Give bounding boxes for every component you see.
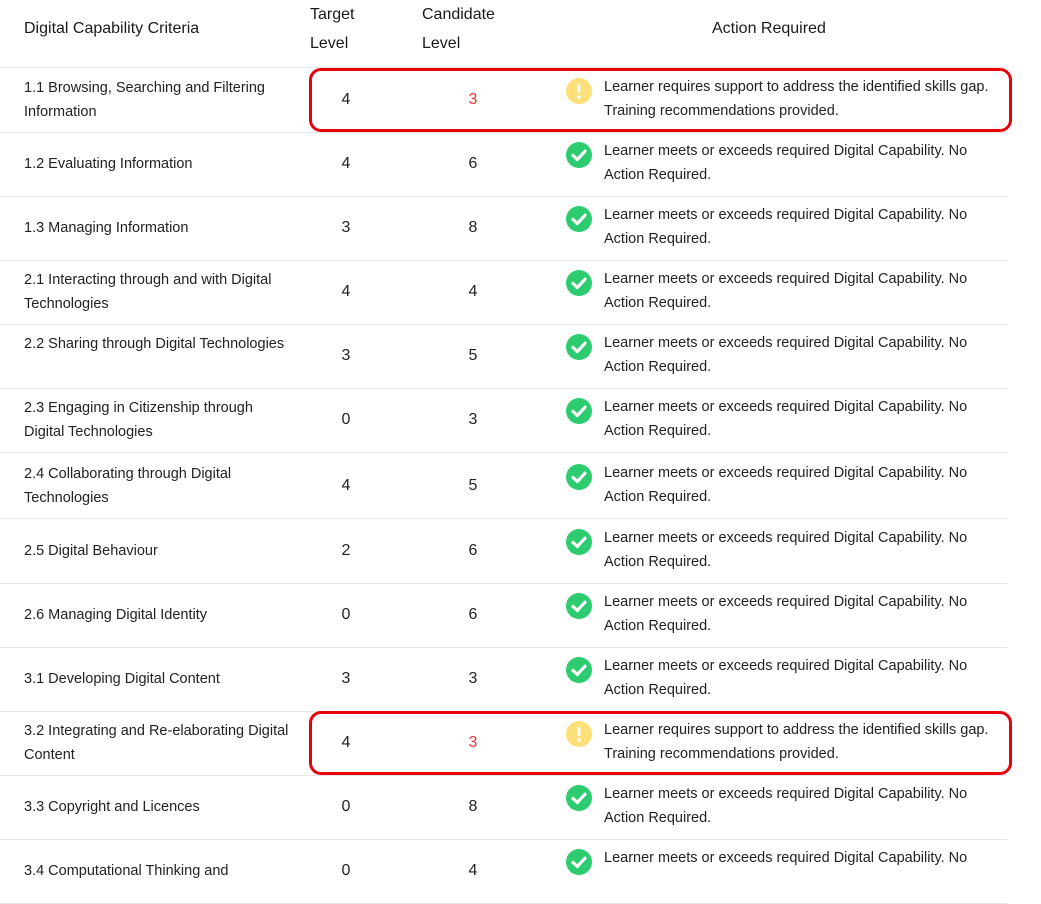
criteria-label: 2.5 Digital Behaviour xyxy=(24,543,158,559)
action-required-text: Learner meets or exceeds required Digita… xyxy=(604,335,968,375)
table-row: 1.1 Browsing, Searching and Filtering In… xyxy=(0,68,1007,133)
check-circle-icon xyxy=(566,464,592,490)
candidate-level-value: 8 xyxy=(468,219,478,236)
candidate-level-value: 5 xyxy=(468,477,478,494)
action-required-text: Learner meets or exceeds required Digita… xyxy=(604,850,968,866)
check-circle-icon xyxy=(566,334,592,360)
action-required-text: Learner meets or exceeds required Digita… xyxy=(604,271,968,311)
column-header-candidate-level: Candidate Level xyxy=(422,0,512,58)
table-row: 2.3 Engaging in Citizenship through Digi… xyxy=(0,388,1007,453)
target-level-value: 3 xyxy=(341,347,351,364)
column-header-candidate-line1: Candidate xyxy=(422,6,495,23)
check-circle-icon xyxy=(566,142,592,168)
candidate-level-value: 3 xyxy=(468,734,478,751)
table-row: 2.4 Collaborating through Digital Techno… xyxy=(0,454,1007,519)
target-level-value: 0 xyxy=(341,798,351,815)
table-row: 1.2 Evaluating Information 4 6 Learner meet… xyxy=(0,132,1007,197)
table-row: 2.1 Interacting through and with Digital… xyxy=(0,260,1007,325)
criteria-label: 2.3 Engaging in Citizenship through Digi… xyxy=(24,400,253,440)
action-required-text: Learner meets or exceeds required Digita… xyxy=(604,594,968,634)
table-row: 3.4 Computational Thinking and 0 4 Learner … xyxy=(0,839,1007,904)
criteria-label: 2.1 Interacting through and with Digital… xyxy=(24,272,272,312)
check-circle-icon xyxy=(566,657,592,683)
criteria-label: 1.1 Browsing, Searching and Filtering In… xyxy=(24,80,265,120)
table-header: Digital Capability Criteria Target Level… xyxy=(0,0,1041,68)
column-header-criteria: Digital Capability Criteria xyxy=(24,20,200,37)
action-required-text: Learner meets or exceeds required Digita… xyxy=(604,658,968,698)
target-level-value: 0 xyxy=(341,411,351,428)
candidate-level-value: 3 xyxy=(468,411,478,428)
candidate-level-value: 6 xyxy=(468,606,478,623)
target-level-value: 4 xyxy=(341,155,351,172)
action-required-text: Learner meets or exceeds required Digita… xyxy=(604,530,968,570)
target-level-value: 0 xyxy=(341,606,351,623)
target-level-value: 3 xyxy=(341,670,351,687)
check-circle-icon xyxy=(566,593,592,619)
target-level-value: 4 xyxy=(341,283,351,300)
criteria-label: 2.6 Managing Digital Identity xyxy=(24,607,207,623)
column-header-action-required: Action Required xyxy=(712,20,826,37)
criteria-label: 3.1 Developing Digital Content xyxy=(24,671,220,687)
table-row: 2.2 Sharing through Digital Technologies… xyxy=(0,324,1007,389)
action-required-text: Learner meets or exceeds required Digita… xyxy=(604,143,968,183)
action-required-text: Learner meets or exceeds required Digita… xyxy=(604,207,968,247)
warning-icon xyxy=(566,78,592,104)
check-circle-icon xyxy=(566,529,592,555)
action-required-text: Learner meets or exceeds required Digita… xyxy=(604,399,968,439)
criteria-label: 1.3 Managing Information xyxy=(24,220,189,236)
check-circle-icon xyxy=(566,849,592,875)
table-row: 3.1 Developing Digital Content 3 3 Learner … xyxy=(0,647,1007,712)
criteria-label: 3.4 Computational Thinking and xyxy=(24,863,229,879)
column-header-target-line2: Level xyxy=(310,35,349,52)
target-level-value: 3 xyxy=(341,219,351,236)
candidate-level-value: 5 xyxy=(468,347,478,364)
table-row: 2.6 Managing Digital Identity 0 6 Learner m… xyxy=(0,583,1007,648)
candidate-level-value: 8 xyxy=(468,798,478,815)
candidate-level-value: 6 xyxy=(468,542,478,559)
table-row: 3.3 Copyright and Licences 0 8 Learner meet… xyxy=(0,775,1007,840)
action-required-text: Learner meets or exceeds required Digita… xyxy=(604,786,968,826)
target-level-value: 4 xyxy=(341,734,351,751)
column-header-target-level: Target Level xyxy=(310,0,380,58)
check-circle-icon xyxy=(566,206,592,232)
target-level-value: 2 xyxy=(341,542,351,559)
action-required-text: Learner requires support to address the … xyxy=(604,79,989,119)
target-level-value: 4 xyxy=(341,91,351,108)
candidate-level-value: 3 xyxy=(468,670,478,687)
criteria-label: 2.4 Collaborating through Digital Techno… xyxy=(24,466,232,506)
action-required-text: Learner requires support to address the … xyxy=(604,722,989,762)
candidate-level-value: 4 xyxy=(468,862,478,879)
table-row: 2.5 Digital Behaviour 2 6 Learner meets or … xyxy=(0,519,1007,584)
warning-icon xyxy=(566,721,592,747)
candidate-level-value: 3 xyxy=(468,91,478,108)
check-circle-icon xyxy=(566,270,592,296)
check-circle-icon xyxy=(566,785,592,811)
criteria-label: 2.2 Sharing through Digital Technologies xyxy=(24,336,285,352)
criteria-label: 3.3 Copyright and Licences xyxy=(24,799,200,815)
target-level-value: 0 xyxy=(341,862,351,879)
candidate-level-value: 6 xyxy=(468,155,478,172)
target-level-value: 4 xyxy=(341,477,351,494)
candidate-level-value: 4 xyxy=(468,283,478,300)
check-circle-icon xyxy=(566,398,592,424)
column-header-candidate-line2: Level xyxy=(422,35,461,52)
table-row: 1.3 Managing Information 3 8 Learner meets … xyxy=(0,196,1007,261)
criteria-label: 3.2 Integrating and Re-elaborating Digit… xyxy=(24,723,289,763)
table-row: 3.2 Integrating and Re-elaborating Digit… xyxy=(0,711,1007,776)
action-required-text: Learner meets or exceeds required Digita… xyxy=(604,465,968,505)
column-header-target-line1: Target xyxy=(310,6,355,23)
criteria-label: 1.2 Evaluating Information xyxy=(24,156,193,172)
